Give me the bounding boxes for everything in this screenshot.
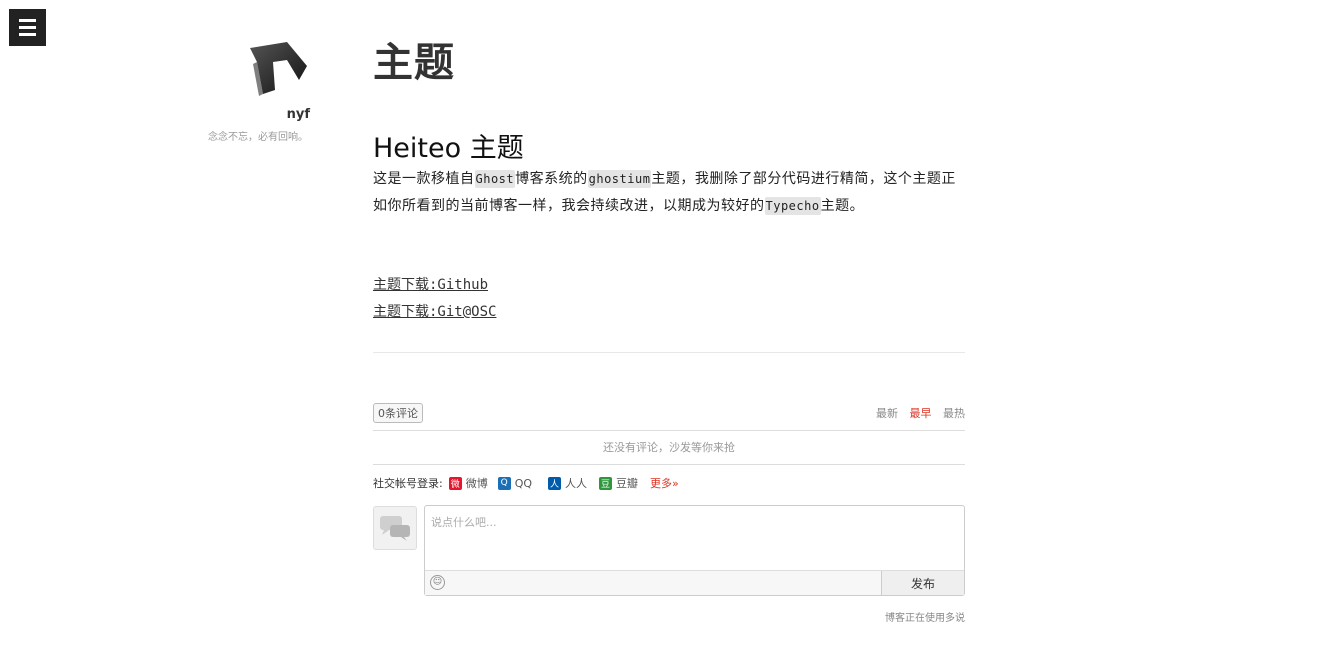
social-label: 微博 [465,477,488,490]
empty-comments-message: 还没有评论，沙发等你来抢 [373,431,965,465]
github-download-link[interactable]: 主题下载:Github [373,272,496,299]
sort-hottest[interactable]: 最热 [943,407,965,420]
social-label: 豆瓣 [616,477,639,490]
comment-sort: 最新 最早 最热 [868,405,965,421]
renren-icon: 人 [548,476,562,490]
sort-earliest[interactable]: 最早 [910,407,932,420]
comment-editor: ☺ 发布 [424,505,965,596]
social-login-label: 社交帐号登录: [373,477,443,490]
author-avatar[interactable] [247,38,311,98]
comment-input[interactable] [425,506,964,578]
download-links: 主题下载:Github 主题下载:Git@OSC [373,272,496,326]
post-text: 这是一款移植自 [373,171,475,187]
hamburger-line [19,19,36,22]
social-login-weibo[interactable]: 微 微博 [448,475,488,491]
social-label: 人人 [565,477,588,490]
page-title: 主题 [373,40,455,86]
hamburger-line [19,33,36,36]
social-login-douban[interactable]: 豆 豆瓣 [599,475,638,491]
more-social-link[interactable]: 更多» [650,475,679,491]
comment-count-badge[interactable]: 0条评论 [373,403,423,423]
gitosc-download-link[interactable]: 主题下载:Git@OSC [373,299,496,326]
inline-code: ghostium [587,170,652,188]
hamburger-line [19,26,36,29]
social-login-renren[interactable]: 人 人人 [548,475,587,491]
smiley-icon[interactable]: ☺ [430,575,445,590]
commenter-avatar [373,506,417,550]
divider [373,352,965,353]
post-title: Heiteo 主题 [373,133,524,164]
inline-code: Ghost [474,170,516,188]
comment-header: 0条评论 最新 最早 最热 [373,403,965,431]
powered-by-link[interactable]: 博客正在使用多说 [885,609,965,624]
menu-toggle-button[interactable] [9,9,46,46]
post-body: 这是一款移植自Ghost博客系统的ghostium主题，我删除了部分代码进行精简… [373,166,965,220]
submit-comment-button[interactable]: 发布 [881,571,964,595]
social-label: QQ [514,476,533,490]
author-name[interactable]: nyf [287,107,310,122]
douban-icon: 豆 [599,476,613,490]
post-paragraph: 这是一款移植自Ghost博客系统的ghostium主题，我删除了部分代码进行精简… [373,166,965,220]
post-text: 主题。 [820,198,865,214]
inline-code: Typecho [764,197,821,215]
author-motto: 念念不忘，必有回响。 [208,132,308,143]
social-login-qq[interactable]: Q QQ [497,476,533,490]
social-login: 社交帐号登录: 微 微博 Q QQ 人 人人 豆 豆瓣 更多» [373,475,679,491]
editor-toolbar: ☺ 发布 [425,570,964,595]
qq-icon: Q [497,476,511,490]
weibo-icon: 微 [448,476,462,490]
chat-bubbles-icon [380,516,410,541]
post-text: 博客系统的 [515,171,588,187]
sort-latest[interactable]: 最新 [876,407,898,420]
